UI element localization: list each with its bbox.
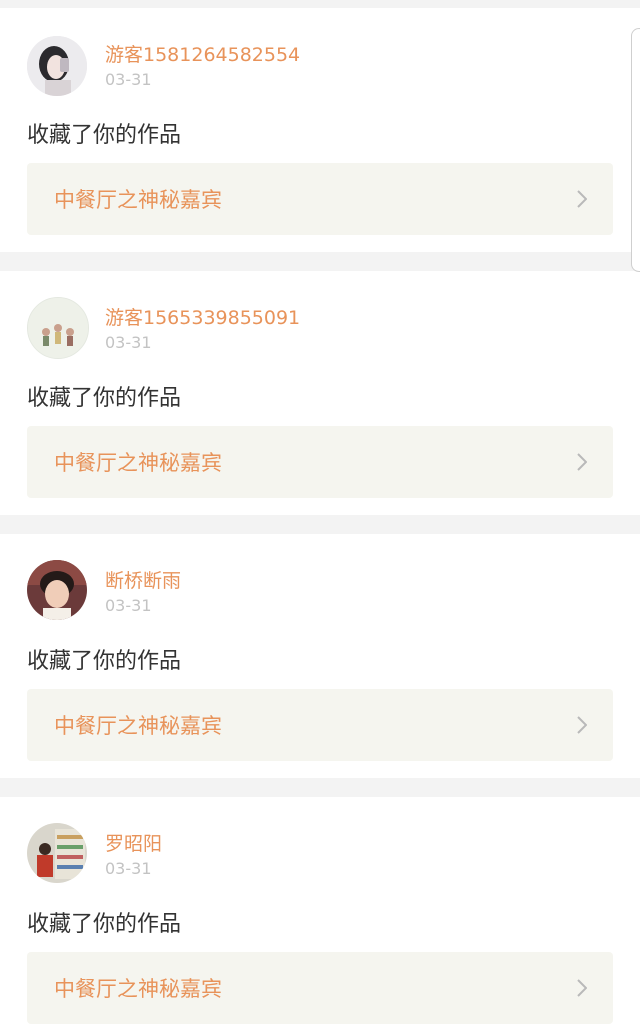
timestamp: 03-31	[105, 859, 152, 878]
action-text: 收藏了你的作品	[27, 123, 182, 148]
timestamp: 03-31	[105, 70, 152, 89]
chevron-right-icon	[577, 716, 587, 734]
avatar[interactable]	[27, 823, 87, 883]
notification-card: 游客1581264582554 03-31 收藏了你的作品 中餐厅之神秘嘉宾	[0, 8, 640, 252]
work-title: 中餐厅之神秘嘉宾	[54, 188, 222, 212]
timestamp: 03-31	[105, 333, 152, 352]
work-title: 中餐厅之神秘嘉宾	[54, 451, 222, 475]
chevron-right-icon	[577, 979, 587, 997]
work-link[interactable]: 中餐厅之神秘嘉宾	[27, 689, 613, 761]
timestamp: 03-31	[105, 596, 152, 615]
avatar[interactable]	[27, 560, 87, 620]
work-link[interactable]: 中餐厅之神秘嘉宾	[27, 952, 613, 1024]
username[interactable]: 游客1565339855091	[105, 303, 300, 330]
avatar[interactable]	[27, 36, 87, 96]
work-title: 中餐厅之神秘嘉宾	[54, 977, 222, 1001]
work-link[interactable]: 中餐厅之神秘嘉宾	[27, 426, 613, 498]
chevron-right-icon	[577, 190, 587, 208]
work-title: 中餐厅之神秘嘉宾	[54, 714, 222, 738]
action-text: 收藏了你的作品	[27, 386, 182, 411]
action-text: 收藏了你的作品	[27, 912, 182, 937]
action-text: 收藏了你的作品	[27, 649, 182, 674]
avatar[interactable]	[27, 297, 89, 359]
notification-card: 断桥断雨 03-31 收藏了你的作品 中餐厅之神秘嘉宾	[0, 534, 640, 778]
notification-card: 罗昭阳 03-31 收藏了你的作品 中餐厅之神秘嘉宾	[0, 797, 640, 1025]
edge-scroll-handle[interactable]	[631, 28, 640, 272]
chevron-right-icon	[577, 453, 587, 471]
username[interactable]: 罗昭阳	[105, 829, 162, 856]
username[interactable]: 断桥断雨	[105, 566, 181, 593]
notification-card: 游客1565339855091 03-31 收藏了你的作品 中餐厅之神秘嘉宾	[0, 271, 640, 515]
username[interactable]: 游客1581264582554	[105, 40, 300, 67]
notification-list: 游客1581264582554 03-31 收藏了你的作品 中餐厅之神秘嘉宾 游…	[0, 0, 640, 1025]
work-link[interactable]: 中餐厅之神秘嘉宾	[27, 163, 613, 235]
